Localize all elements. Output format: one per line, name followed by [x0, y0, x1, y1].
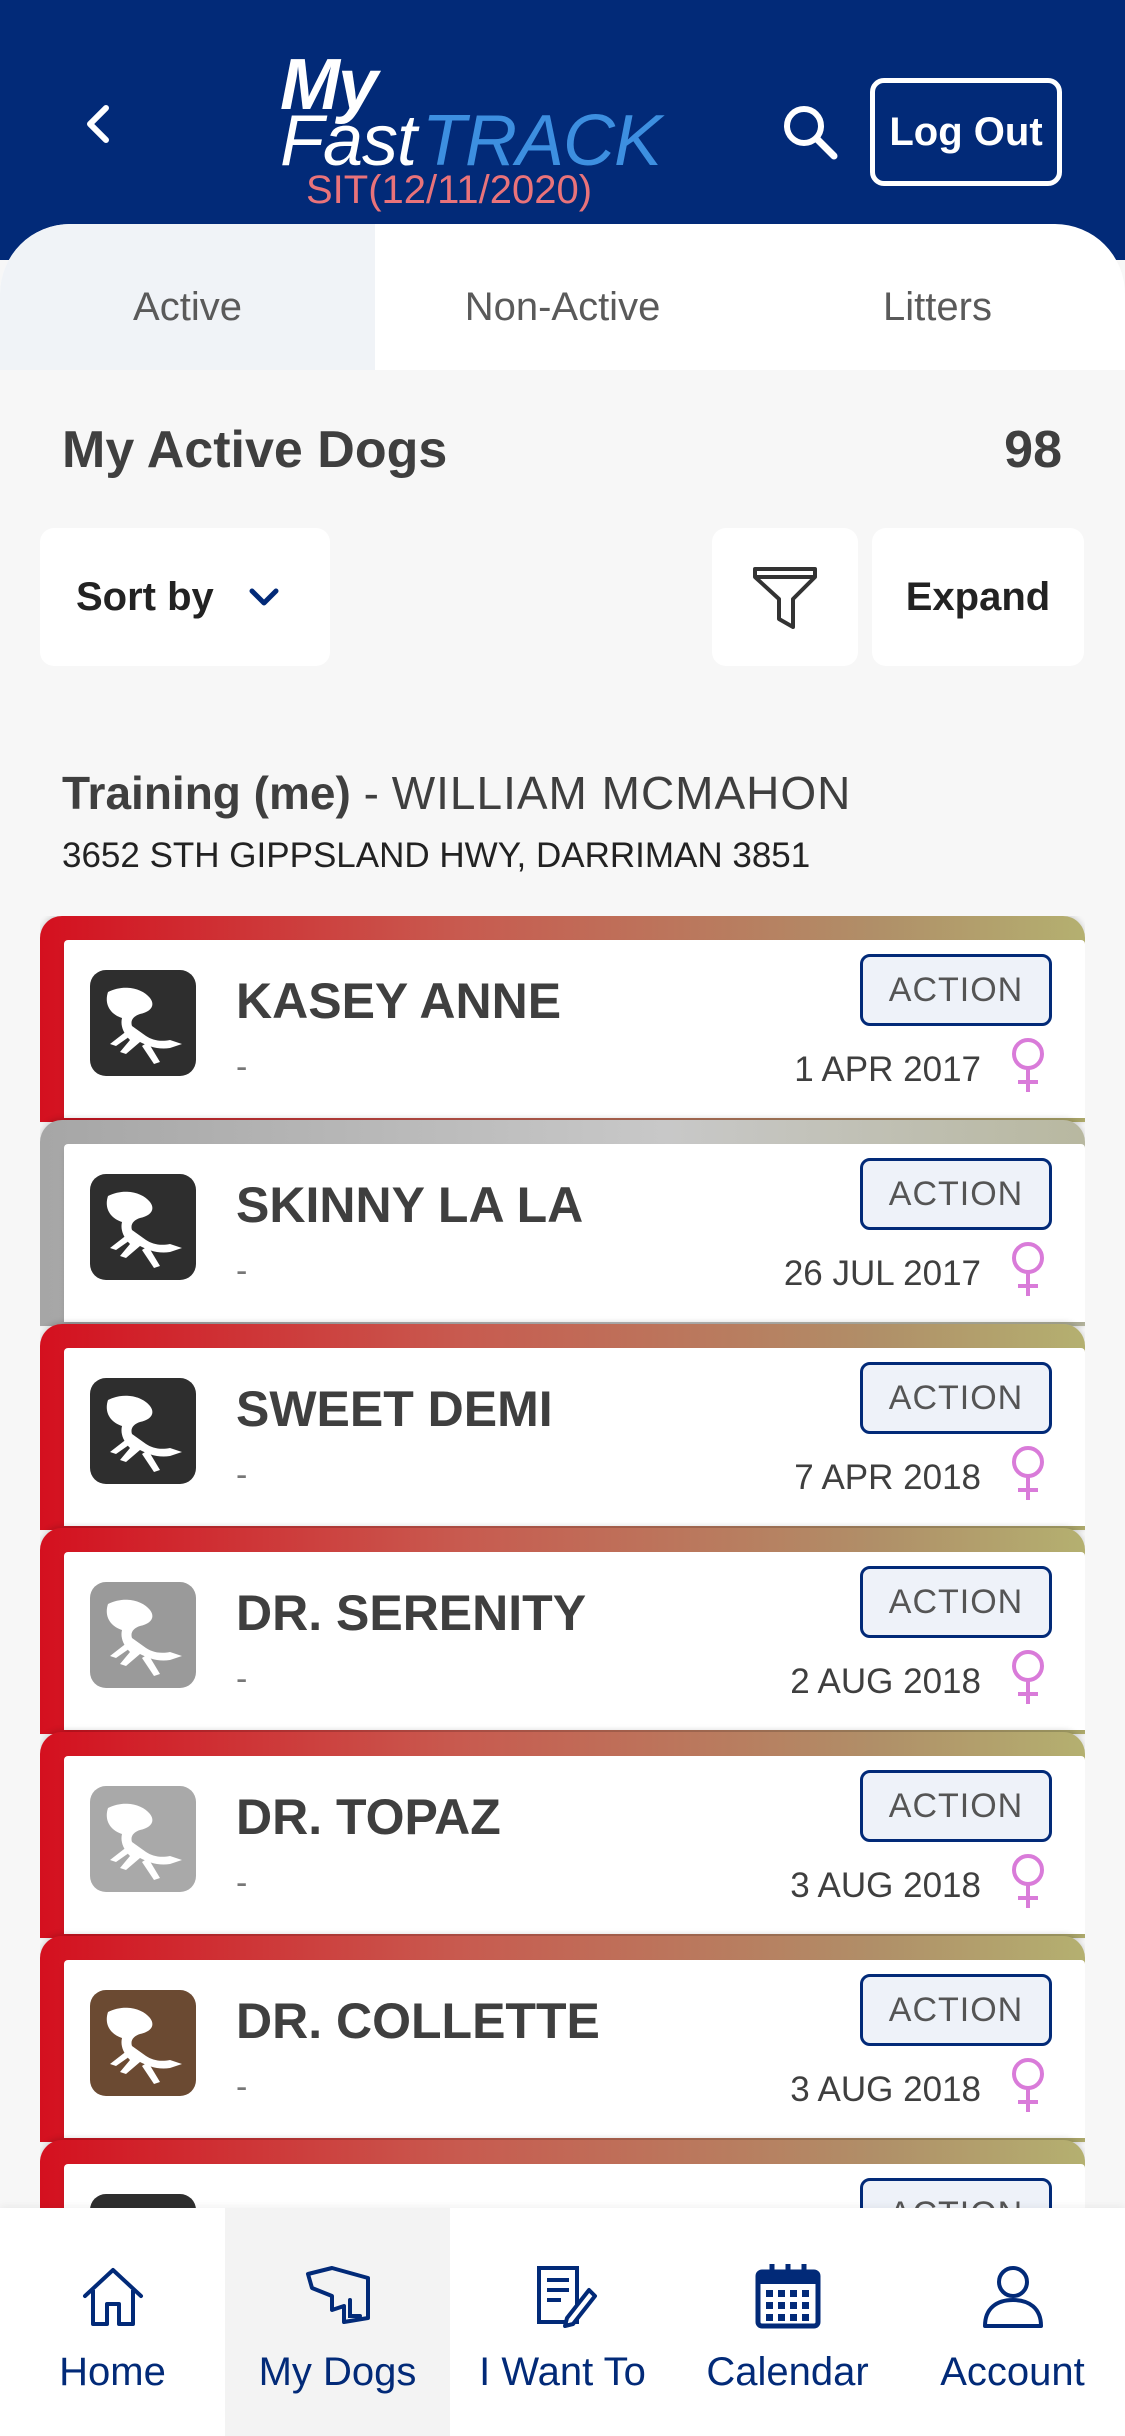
greyhound-icon — [90, 1990, 196, 2096]
action-button[interactable]: ACTION — [860, 1158, 1052, 1230]
section-header: My Active Dogs 98 — [62, 420, 1062, 480]
app-logo: My Fast TRACK SIT(12/11/2020) — [276, 44, 662, 214]
action-button[interactable]: ACTION — [860, 2178, 1052, 2212]
dog-card[interactable]: KASEY ANNE - ACTION 1 APR 2017 — [40, 916, 1085, 1122]
nav-home-label: Home — [59, 2350, 166, 2394]
dog-subtitle: - — [236, 1252, 248, 1290]
dog-name: DR. TOPAZ — [236, 1789, 501, 1845]
tab-non-active[interactable]: Non-Active — [375, 224, 750, 370]
dog-birth-date: 3 AUG 2018 — [790, 1866, 981, 1905]
dog-card[interactable]: DR. COLLETTE - ACTION 3 AUG 2018 — [40, 1936, 1085, 2142]
female-icon — [1012, 2058, 1044, 2112]
dog-birth-date: 26 JUL 2017 — [783, 1254, 981, 1293]
section-title: My Active Dogs — [62, 421, 448, 479]
dog-card-body: SKINNY LA LA - ACTION 26 JUL 2017 — [64, 1144, 1085, 1322]
female-icon — [1012, 1650, 1044, 1704]
trainer-address: 3652 STH GIPPSLAND HWY, DARRIMAN 3851 — [62, 836, 811, 875]
expand-button[interactable]: Expand — [872, 528, 1084, 666]
form-edit-icon — [536, 2266, 597, 2328]
dog-subtitle: - — [236, 2068, 248, 2106]
nav-account[interactable]: Account — [900, 2208, 1125, 2436]
action-button[interactable]: ACTION — [860, 1566, 1052, 1638]
dog-card[interactable]: DR. SERENITY - ACTION 2 AUG 2018 — [40, 1528, 1085, 1734]
home-icon — [82, 2268, 143, 2326]
chevron-down-icon — [249, 588, 279, 606]
filter-icon — [753, 567, 817, 629]
greyhound-icon — [90, 1786, 196, 1892]
dog-birth-date: 2 AUG 2018 — [790, 1662, 981, 1701]
nav-calendar[interactable]: Calendar — [675, 2208, 900, 2436]
trainer-heading: Training (me) - WILLIAM MCMAHON — [62, 766, 851, 820]
dog-card[interactable]: ACTION — [40, 2140, 1085, 2212]
tab-active[interactable]: Active — [0, 224, 375, 370]
dog-subtitle: - — [236, 1048, 248, 1086]
dog-name: DR. SERENITY — [236, 1585, 587, 1641]
bottom-navigation: Home My Dogs I Want To Calendar Account — [0, 2208, 1125, 2436]
female-icon — [1012, 1038, 1044, 1092]
nav-account-label: Account — [940, 2350, 1085, 2394]
action-button[interactable]: ACTION — [860, 1362, 1052, 1434]
greyhound-icon — [90, 1378, 196, 1484]
dog-birth-date: 7 APR 2018 — [794, 1458, 981, 1497]
nav-home[interactable]: Home — [0, 2208, 225, 2436]
dog-count: 98 — [1004, 421, 1062, 479]
dog-birth-date: 3 AUG 2018 — [790, 2070, 981, 2109]
search-icon — [784, 106, 838, 160]
dog-subtitle: - — [236, 1864, 248, 1902]
dog-birth-date: 1 APR 2017 — [794, 1050, 981, 1089]
search-button[interactable] — [778, 100, 842, 164]
dog-card-body: SWEET DEMI - ACTION 7 APR 2018 — [64, 1348, 1085, 1526]
trainer-label: Training (me) — [62, 767, 351, 819]
dog-name: DR. COLLETTE — [236, 1993, 600, 2049]
tab-litters[interactable]: Litters — [750, 224, 1125, 370]
dog-list: KASEY ANNE - ACTION 1 APR 2017 SKINNY LA… — [40, 916, 1085, 2212]
greyhound-icon — [90, 1174, 196, 1280]
filter-button[interactable] — [712, 528, 858, 666]
nav-i-want-to[interactable]: I Want To — [450, 2208, 675, 2436]
action-button[interactable]: ACTION — [860, 1770, 1052, 1842]
dog-card-body: DR. SERENITY - ACTION 2 AUG 2018 — [64, 1552, 1085, 1730]
nav-my-dogs[interactable]: My Dogs — [225, 2208, 450, 2436]
action-button[interactable]: ACTION — [860, 1974, 1052, 2046]
logout-button[interactable]: Log Out — [870, 78, 1062, 186]
dog-card[interactable]: DR. TOPAZ - ACTION 3 AUG 2018 — [40, 1732, 1085, 1938]
dog-card-body: ACTION — [64, 2164, 1085, 2212]
sort-label: Sort by — [76, 574, 214, 619]
dog-card-body: DR. COLLETTE - ACTION 3 AUG 2018 — [64, 1960, 1085, 2138]
status-tabs: Active Non-Active Litters — [0, 224, 1125, 370]
dog-name: KASEY ANNE — [236, 973, 562, 1029]
dog-subtitle: - — [236, 1660, 248, 1698]
action-button[interactable]: ACTION — [860, 954, 1052, 1026]
female-icon — [1012, 1242, 1044, 1296]
trainer-separator: - — [350, 767, 392, 819]
back-button[interactable] — [72, 96, 128, 152]
trainer-name: WILLIAM MCMAHON — [391, 767, 852, 819]
nav-i-want-to-label: I Want To — [479, 2350, 646, 2394]
dog-card-body: DR. TOPAZ - ACTION 3 AUG 2018 — [64, 1756, 1085, 1934]
sort-by-button[interactable]: Sort by — [40, 528, 330, 666]
calendar-icon — [755, 2264, 820, 2329]
dog-name: SKINNY LA LA — [236, 1177, 584, 1233]
chevron-left-icon — [87, 105, 109, 143]
greyhound-icon — [90, 970, 196, 1076]
female-icon — [1012, 1854, 1044, 1908]
dog-card[interactable]: SWEET DEMI - ACTION 7 APR 2018 — [40, 1324, 1085, 1530]
dog-card-body: KASEY ANNE - ACTION 1 APR 2017 — [64, 940, 1085, 1118]
environment-label: SIT(12/11/2020) — [306, 168, 593, 212]
dog-name: SWEET DEMI — [236, 1381, 553, 1437]
dog-subtitle: - — [236, 1456, 248, 1494]
account-icon — [982, 2266, 1043, 2328]
nav-my-dogs-label: My Dogs — [258, 2350, 417, 2394]
app-header: My Fast TRACK SIT(12/11/2020) Log Out — [0, 0, 1125, 260]
female-icon — [1012, 1446, 1044, 1500]
nav-calendar-label: Calendar — [706, 2350, 869, 2394]
dogs-icon — [305, 2266, 370, 2324]
greyhound-icon — [90, 1582, 196, 1688]
dog-card[interactable]: SKINNY LA LA - ACTION 26 JUL 2017 — [40, 1120, 1085, 1326]
